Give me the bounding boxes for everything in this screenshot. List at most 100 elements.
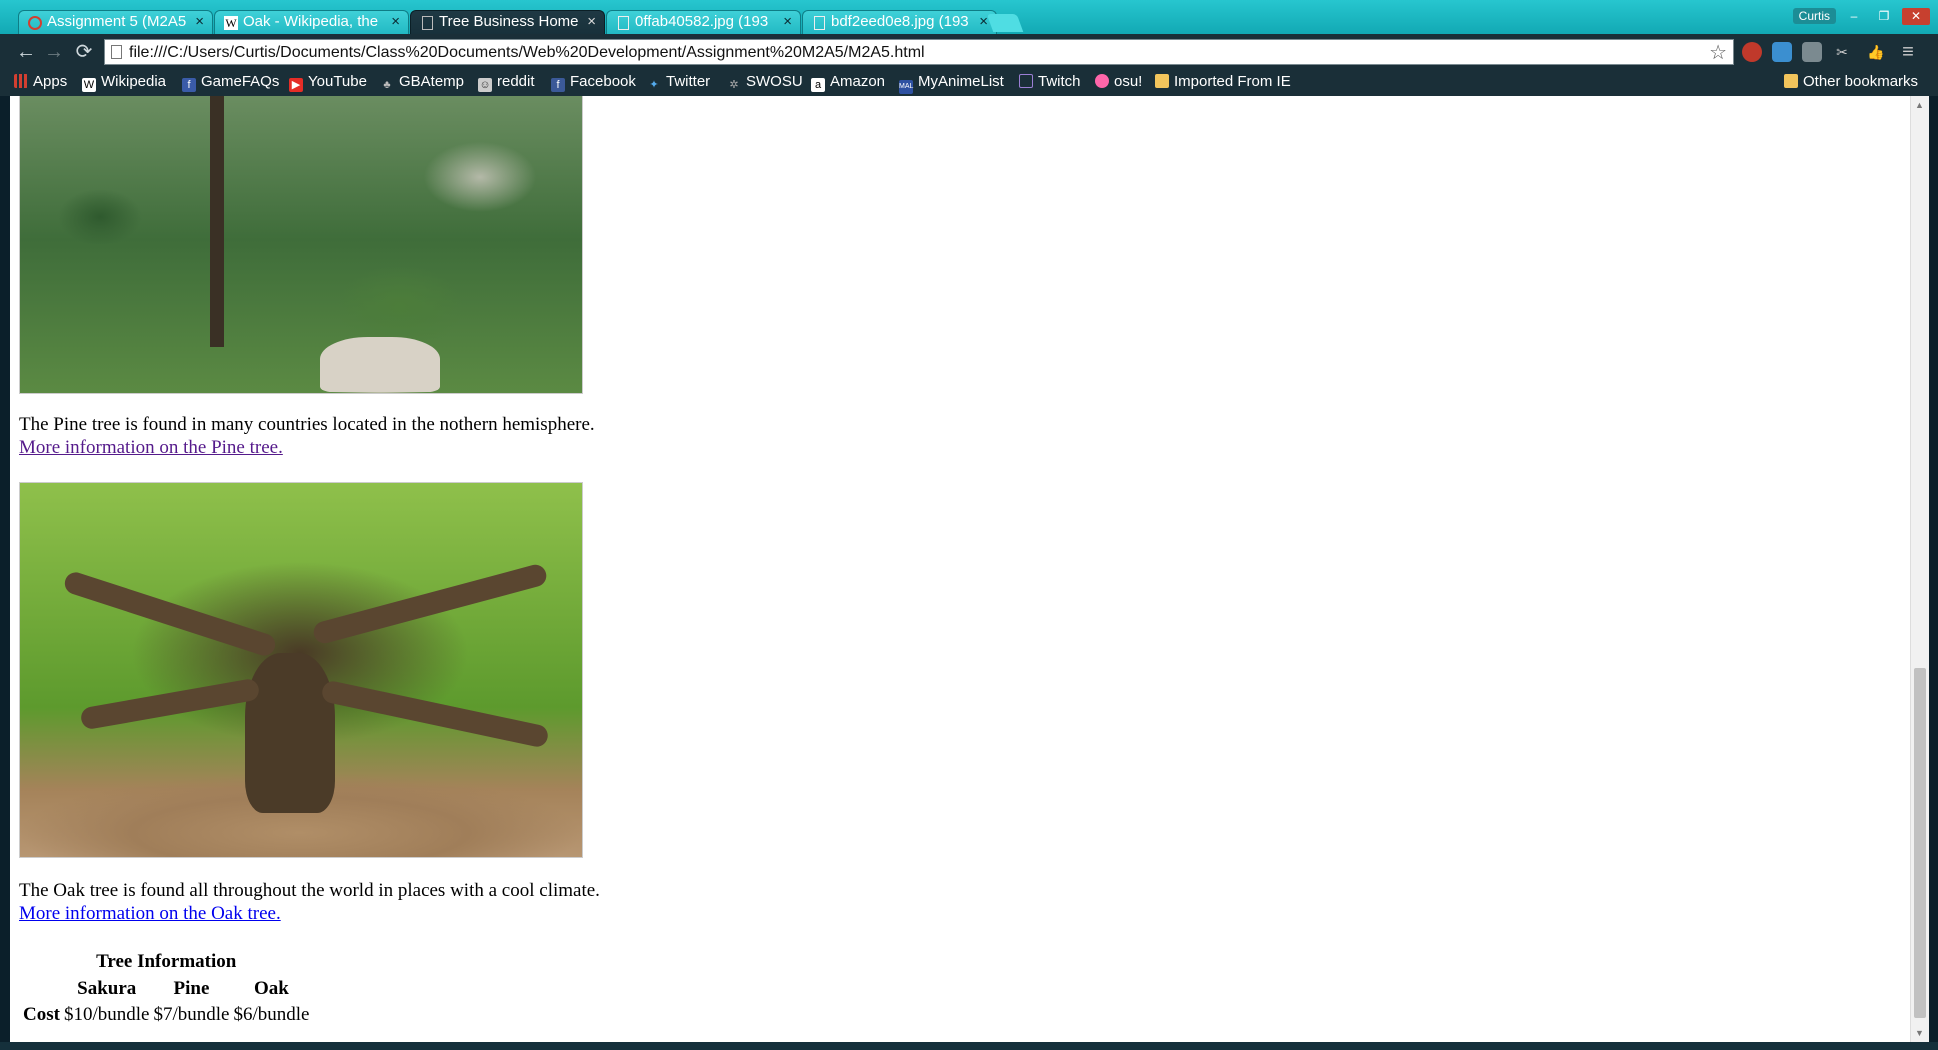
tab-title: Tree Business Home — [439, 13, 579, 30]
bookmark-reddit[interactable]: ☺ reddit — [478, 73, 535, 92]
address-input[interactable] — [127, 41, 1701, 65]
wikipedia-icon: W — [224, 16, 238, 30]
page-icon — [814, 16, 825, 30]
table-header-row: Sakura Pine Oak — [22, 977, 310, 1001]
adblock-icon[interactable] — [1742, 42, 1762, 62]
bookmark-twitch[interactable]: Twitch — [1019, 73, 1081, 90]
column-header-oak: Oak — [254, 978, 289, 999]
close-icon[interactable]: × — [195, 13, 204, 30]
rock-shape — [320, 337, 440, 392]
tab-tree-business-home[interactable]: Tree Business Home × — [410, 10, 605, 34]
bookmark-star-icon[interactable]: ☆ — [1709, 40, 1727, 65]
bookmark-gbatemp[interactable]: ♣ GBAtemp — [380, 73, 464, 92]
tab-title: bdf2eed0e8.jpg (193 — [831, 13, 969, 30]
bookmark-youtube[interactable]: ▶ YouTube — [289, 73, 367, 92]
user-profile-button[interactable]: Curtis — [1792, 8, 1836, 24]
bookmark-osu[interactable]: osu! — [1095, 73, 1142, 90]
pine-description: The Pine tree is found in many countries… — [19, 414, 595, 435]
tab-oak-wikipedia[interactable]: W Oak - Wikipedia, the × — [214, 10, 409, 34]
browser-toolbar: ← → ⟳ ☆ ✂ 👍 ≡ — [0, 34, 1938, 70]
close-window-button[interactable]: ✕ — [1902, 8, 1930, 25]
page-icon — [422, 16, 433, 30]
oak-limb-shape — [320, 679, 550, 749]
close-icon[interactable]: × — [587, 13, 596, 30]
pine-trunk-shape — [210, 96, 224, 347]
page-viewport: The Pine tree is found in many countries… — [10, 96, 1910, 1042]
scroll-up-icon[interactable]: ▲ — [1915, 100, 1924, 110]
oak-limb-shape — [311, 562, 549, 646]
chat-icon[interactable] — [1802, 42, 1822, 62]
facebook-icon: f — [551, 78, 565, 92]
vertical-scrollbar[interactable]: ▲ ▼ — [1910, 96, 1929, 1042]
oak-tree-photo — [19, 482, 583, 858]
bookmark-swosu[interactable]: ✲ SWOSU — [727, 73, 802, 92]
row-header-cost: Cost — [23, 1004, 60, 1025]
oak-info-link[interactable]: More information on the Oak tree. — [19, 903, 281, 925]
pine-info-link[interactable]: More information on the Pine tree. — [19, 437, 283, 459]
tab-title: 0ffab40582.jpg (193 — [635, 13, 769, 30]
oak-limb-shape — [79, 677, 261, 731]
os-taskbar — [0, 1042, 1938, 1050]
tab-assignment[interactable]: Assignment 5 (M2A5 × — [18, 10, 213, 34]
bookmark-wikipedia[interactable]: W Wikipedia — [82, 73, 166, 92]
other-bookmarks-folder[interactable]: Other bookmarks — [1784, 73, 1918, 90]
forward-button[interactable]: → — [42, 40, 66, 64]
apps-grid-icon — [14, 74, 28, 88]
oak-description: The Oak tree is found all throughout the… — [19, 880, 600, 901]
extension-icon[interactable]: 👍 — [1866, 42, 1886, 62]
column-header-sakura: Sakura — [77, 978, 137, 999]
pine-tree-photo — [19, 96, 583, 394]
tab-image-1[interactable]: 0ffab40582.jpg (193 × — [606, 10, 801, 34]
tab-title: Oak - Wikipedia, the — [243, 13, 379, 30]
loading-icon — [28, 16, 42, 30]
bookmark-myanimelist[interactable]: MAL MyAnimeList — [899, 73, 1004, 94]
cost-sakura: $10/bundle — [63, 1004, 150, 1025]
osu-icon — [1095, 74, 1109, 88]
twitch-icon — [1019, 74, 1033, 88]
bookmark-gamefaqs[interactable]: f GameFAQs — [182, 73, 279, 92]
youtube-icon: ▶ — [289, 78, 303, 92]
skype-icon[interactable] — [1772, 42, 1792, 62]
minimize-button[interactable]: – — [1840, 8, 1868, 25]
column-header-pine: Pine — [173, 978, 210, 999]
folder-icon — [1155, 74, 1169, 88]
cost-oak: $6/bundle — [233, 1004, 310, 1025]
bookmark-amazon[interactable]: a Amazon — [811, 73, 885, 92]
bookmark-folder-imported-from-ie[interactable]: Imported From IE — [1155, 73, 1291, 90]
bookmark-facebook[interactable]: f Facebook — [551, 73, 636, 92]
tree-information-table: Tree Information Sakura Pine Oak Cost $1… — [20, 951, 312, 1029]
twitter-icon: ✦ — [649, 79, 659, 91]
gamefaqs-icon: f — [182, 78, 196, 92]
scroll-thumb[interactable] — [1914, 668, 1926, 1018]
tab-title: Assignment 5 (M2A5 — [47, 13, 187, 30]
table-row: Cost $10/bundle $7/bundle $6/bundle — [22, 1003, 310, 1027]
myanimelist-icon: MAL — [899, 80, 913, 94]
wikipedia-icon: W — [82, 78, 96, 92]
cost-pine: $7/bundle — [153, 1004, 230, 1025]
bookmark-twitter[interactable]: ✦ Twitter — [647, 73, 710, 92]
bookmarks-bar: Apps W Wikipedia f GameFAQs ▶ YouTube ♣ GBAt… — [0, 70, 1938, 96]
oak-trunk-shape — [245, 653, 335, 813]
oak-limb-shape — [61, 569, 279, 659]
scroll-down-icon[interactable]: ▼ — [1915, 1028, 1924, 1038]
table-caption: Tree Information — [96, 951, 237, 972]
table-corner-cell — [22, 977, 61, 1001]
restore-button[interactable]: ❐ — [1870, 8, 1898, 25]
amazon-icon: a — [811, 78, 825, 92]
reload-button[interactable]: ⟳ — [72, 40, 96, 64]
menu-icon[interactable]: ≡ — [1898, 42, 1918, 62]
folder-icon — [1784, 74, 1798, 88]
reddit-icon: ☺ — [478, 78, 492, 92]
back-button[interactable]: ← — [14, 40, 38, 64]
tab-strip: Assignment 5 (M2A5 × W Oak - Wikipedia, … — [0, 0, 1938, 34]
new-tab-button[interactable] — [986, 14, 1024, 32]
gbatemp-icon: ♣ — [383, 79, 391, 91]
page-icon — [111, 45, 122, 59]
tab-image-2[interactable]: bdf2eed0e8.jpg (193 × — [802, 10, 997, 34]
close-icon[interactable]: × — [783, 13, 792, 30]
close-icon[interactable]: × — [391, 13, 400, 30]
bookmark-apps[interactable]: Apps — [14, 73, 67, 90]
scissors-icon[interactable]: ✂ — [1832, 42, 1852, 62]
address-bar[interactable]: ☆ — [104, 39, 1734, 65]
gear-icon: ✲ — [729, 79, 739, 91]
